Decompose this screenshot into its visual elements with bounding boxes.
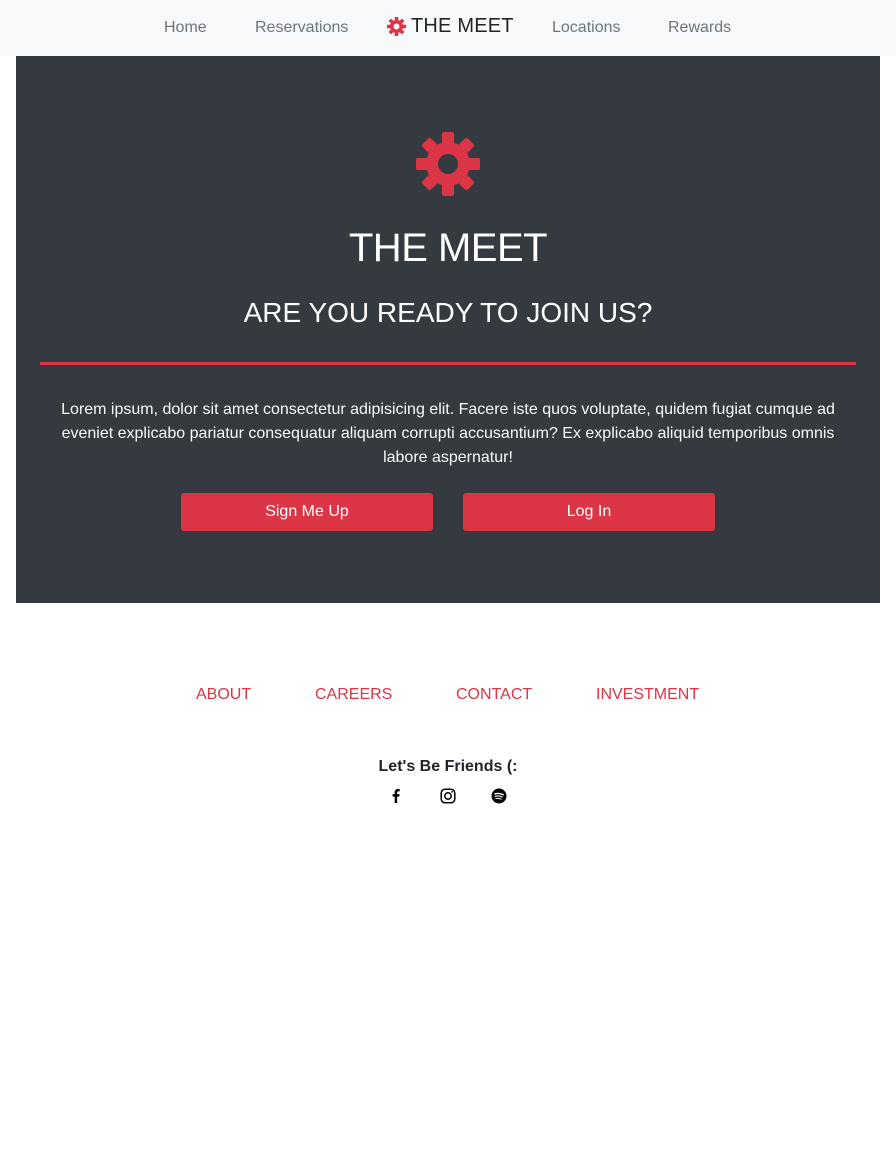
footer-contact-link[interactable]: CONTACT [456,686,532,704]
sign-up-button[interactable]: Sign Me Up [181,493,433,531]
log-in-button[interactable]: Log In [463,493,715,531]
hero-description: Lorem ipsum, dolor sit amet consectetur … [61,401,835,466]
instagram-icon[interactable] [440,788,456,804]
nav-reservations-link[interactable]: Reservations [255,19,348,37]
hero-divider [40,362,856,365]
friends-heading: Let's Be Friends (: [378,758,518,775]
brand-link[interactable]: THE MEET [387,15,514,38]
nav-locations-link[interactable]: Locations [552,19,621,37]
nav-home-link[interactable]: Home [164,19,207,37]
gear-icon [416,132,480,196]
footer-careers-link[interactable]: CAREERS [315,686,392,704]
facebook-icon[interactable] [388,788,404,804]
hero-title: THE MEET [348,226,548,270]
hero-section: THE MEET ARE YOU READY TO JOIN US? Lorem… [16,56,880,603]
gear-icon [387,17,406,36]
footer-about-link[interactable]: ABOUT [196,686,251,704]
hero-subtitle: ARE YOU READY TO JOIN US? [243,297,653,328]
footer-investment-link[interactable]: INVESTMENT [596,686,699,704]
top-navbar: Home Reservations THE MEET Locations Rew… [0,0,896,56]
spotify-icon[interactable] [491,788,507,804]
nav-rewards-link[interactable]: Rewards [668,19,731,37]
brand-name: THE MEET [411,15,514,37]
